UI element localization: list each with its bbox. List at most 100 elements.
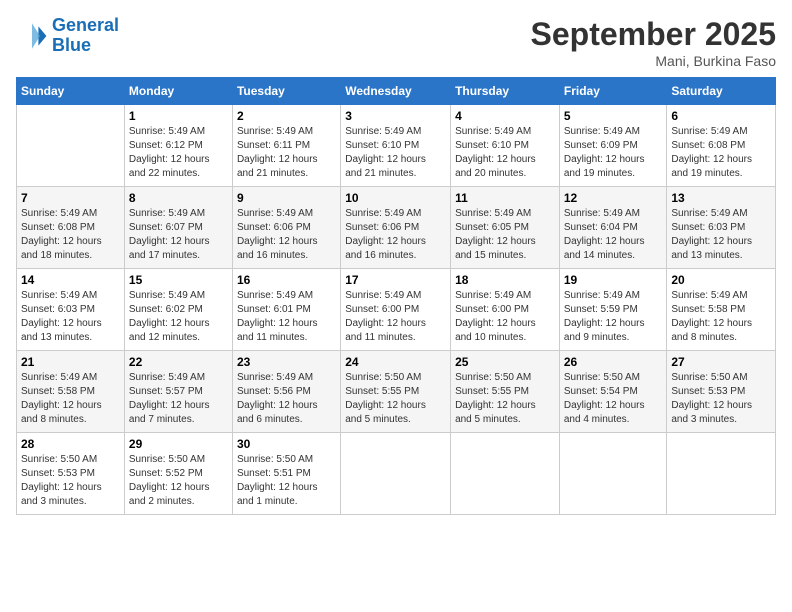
day-number: 27: [671, 355, 771, 369]
table-row: 5 Sunrise: 5:49 AM Sunset: 6:09 PM Daylig…: [559, 105, 667, 187]
day-detail: Sunrise: 5:49 AM Sunset: 6:10 PM Dayligh…: [345, 125, 446, 181]
table-row: 15 Sunrise: 5:49 AM Sunset: 6:02 PM Dayli…: [124, 269, 232, 351]
table-row: 30Sunrise: 5:50 AM Sunset: 5:51 PM Dayli…: [232, 433, 340, 515]
day-number: 17: [345, 273, 446, 287]
day-detail: Sunrise: 5:49 AM Sunset: 5:59 PM Dayligh…: [564, 289, 663, 345]
table-row: 13Sunrise: 5:49 AM Sunset: 6:03 PM Dayli…: [667, 187, 776, 269]
day-detail: Sunrise: 5:49 AM Sunset: 6:05 PM Dayligh…: [455, 207, 555, 263]
day-number: 3: [345, 109, 446, 123]
table-row: 22 Sunrise: 5:49 AM Sunset: 5:57 PM Dayli…: [124, 351, 232, 433]
day-number: 12: [564, 191, 663, 205]
table-row: 20 Sunrise: 5:49 AM Sunset: 5:58 PM Dayli…: [667, 269, 776, 351]
day-detail: Sunrise: 5:49 AM Sunset: 6:12 PM Dayligh…: [129, 125, 228, 181]
day-number: 1: [129, 109, 228, 123]
calendar-week-row: 7Sunrise: 5:49 AM Sunset: 6:08 PM Daylig…: [17, 187, 776, 269]
table-row: 25 Sunrise: 5:50 AM Sunset: 5:55 PM Dayli…: [451, 351, 560, 433]
col-monday: Monday: [124, 78, 232, 105]
day-detail: Sunrise: 5:50 AM Sunset: 5:54 PM Dayligh…: [564, 371, 663, 427]
table-row: [17, 105, 125, 187]
day-number: 26: [564, 355, 663, 369]
day-detail: Sunrise: 5:49 AM Sunset: 6:02 PM Dayligh…: [129, 289, 228, 345]
day-number: 7: [21, 191, 120, 205]
day-detail: Sunrise: 5:50 AM Sunset: 5:53 PM Dayligh…: [21, 453, 120, 509]
day-number: 15: [129, 273, 228, 287]
day-number: 6: [671, 109, 771, 123]
table-row: [451, 433, 560, 515]
day-number: 20: [671, 273, 771, 287]
page-header: General Blue September 2025 Mani, Burkin…: [16, 16, 776, 69]
calendar-week-row: 28 Sunrise: 5:50 AM Sunset: 5:53 PM Dayli…: [17, 433, 776, 515]
day-detail: Sunrise: 5:49 AM Sunset: 6:09 PM Dayligh…: [564, 125, 663, 181]
table-row: 28 Sunrise: 5:50 AM Sunset: 5:53 PM Dayli…: [17, 433, 125, 515]
day-detail: Sunrise: 5:50 AM Sunset: 5:55 PM Dayligh…: [455, 371, 555, 427]
table-row: 14Sunrise: 5:49 AM Sunset: 6:03 PM Dayli…: [17, 269, 125, 351]
day-detail: Sunrise: 5:49 AM Sunset: 6:00 PM Dayligh…: [455, 289, 555, 345]
day-number: 23: [237, 355, 336, 369]
day-detail: Sunrise: 5:50 AM Sunset: 5:55 PM Dayligh…: [345, 371, 446, 427]
day-number: 30: [237, 437, 336, 451]
day-detail: Sunrise: 5:49 AM Sunset: 5:56 PM Dayligh…: [237, 371, 336, 427]
table-row: 27 Sunrise: 5:50 AM Sunset: 5:53 PM Dayli…: [667, 351, 776, 433]
day-detail: Sunrise: 5:49 AM Sunset: 6:03 PM Dayligh…: [671, 207, 771, 263]
day-detail: Sunrise: 5:49 AM Sunset: 6:06 PM Dayligh…: [345, 207, 446, 263]
day-detail: Sunrise: 5:49 AM Sunset: 5:58 PM Dayligh…: [21, 371, 120, 427]
col-saturday: Saturday: [667, 78, 776, 105]
day-detail: Sunrise: 5:49 AM Sunset: 6:08 PM Dayligh…: [671, 125, 771, 181]
day-number: 11: [455, 191, 555, 205]
day-detail: Sunrise: 5:49 AM Sunset: 6:03 PM Dayligh…: [21, 289, 120, 345]
day-number: 29: [129, 437, 228, 451]
table-row: 9 Sunrise: 5:49 AM Sunset: 6:06 PM Daylig…: [232, 187, 340, 269]
table-row: 16Sunrise: 5:49 AM Sunset: 6:01 PM Dayli…: [232, 269, 340, 351]
month-title: September 2025: [531, 16, 776, 53]
day-number: 18: [455, 273, 555, 287]
day-number: 28: [21, 437, 120, 451]
day-number: 9: [237, 191, 336, 205]
day-detail: Sunrise: 5:49 AM Sunset: 6:04 PM Dayligh…: [564, 207, 663, 263]
day-number: 10: [345, 191, 446, 205]
calendar-week-row: 21 Sunrise: 5:49 AM Sunset: 5:58 PM Dayli…: [17, 351, 776, 433]
day-detail: Sunrise: 5:49 AM Sunset: 6:10 PM Dayligh…: [455, 125, 555, 181]
day-detail: Sunrise: 5:49 AM Sunset: 5:57 PM Dayligh…: [129, 371, 228, 427]
table-row: 24 Sunrise: 5:50 AM Sunset: 5:55 PM Dayli…: [341, 351, 451, 433]
table-row: 3 Sunrise: 5:49 AM Sunset: 6:10 PM Daylig…: [341, 105, 451, 187]
table-row: 21 Sunrise: 5:49 AM Sunset: 5:58 PM Dayli…: [17, 351, 125, 433]
day-detail: Sunrise: 5:50 AM Sunset: 5:53 PM Dayligh…: [671, 371, 771, 427]
day-detail: Sunrise: 5:49 AM Sunset: 6:00 PM Dayligh…: [345, 289, 446, 345]
day-number: 5: [564, 109, 663, 123]
table-row: 19 Sunrise: 5:49 AM Sunset: 5:59 PM Dayli…: [559, 269, 667, 351]
table-row: 6 Sunrise: 5:49 AM Sunset: 6:08 PM Daylig…: [667, 105, 776, 187]
table-row: 1 Sunrise: 5:49 AM Sunset: 6:12 PM Daylig…: [124, 105, 232, 187]
day-number: 19: [564, 273, 663, 287]
header-row: Sunday Monday Tuesday Wednesday Thursday…: [17, 78, 776, 105]
day-number: 24: [345, 355, 446, 369]
table-row: 18 Sunrise: 5:49 AM Sunset: 6:00 PM Dayli…: [451, 269, 560, 351]
calendar-week-row: 14Sunrise: 5:49 AM Sunset: 6:03 PM Dayli…: [17, 269, 776, 351]
table-row: 4 Sunrise: 5:49 AM Sunset: 6:10 PM Daylig…: [451, 105, 560, 187]
day-number: 25: [455, 355, 555, 369]
day-detail: Sunrise: 5:49 AM Sunset: 6:11 PM Dayligh…: [237, 125, 336, 181]
logo: General Blue: [16, 16, 119, 56]
table-row: 11 Sunrise: 5:49 AM Sunset: 6:05 PM Dayli…: [451, 187, 560, 269]
logo-text: General Blue: [52, 16, 119, 56]
day-detail: Sunrise: 5:50 AM Sunset: 5:52 PM Dayligh…: [129, 453, 228, 509]
logo-icon: [16, 20, 48, 52]
table-row: 12 Sunrise: 5:49 AM Sunset: 6:04 PM Dayli…: [559, 187, 667, 269]
col-friday: Friday: [559, 78, 667, 105]
day-detail: Sunrise: 5:49 AM Sunset: 6:07 PM Dayligh…: [129, 207, 228, 263]
table-row: 10 Sunrise: 5:49 AM Sunset: 6:06 PM Dayli…: [341, 187, 451, 269]
table-row: 7Sunrise: 5:49 AM Sunset: 6:08 PM Daylig…: [17, 187, 125, 269]
day-number: 22: [129, 355, 228, 369]
location-subtitle: Mani, Burkina Faso: [531, 53, 776, 69]
day-detail: Sunrise: 5:49 AM Sunset: 6:06 PM Dayligh…: [237, 207, 336, 263]
calendar-table: Sunday Monday Tuesday Wednesday Thursday…: [16, 77, 776, 515]
day-number: 21: [21, 355, 120, 369]
table-row: 26 Sunrise: 5:50 AM Sunset: 5:54 PM Dayli…: [559, 351, 667, 433]
day-number: 8: [129, 191, 228, 205]
day-detail: Sunrise: 5:49 AM Sunset: 5:58 PM Dayligh…: [671, 289, 771, 345]
day-number: 4: [455, 109, 555, 123]
table-row: [667, 433, 776, 515]
day-number: 2: [237, 109, 336, 123]
table-row: [341, 433, 451, 515]
table-row: 29 Sunrise: 5:50 AM Sunset: 5:52 PM Dayli…: [124, 433, 232, 515]
day-detail: Sunrise: 5:49 AM Sunset: 6:01 PM Dayligh…: [237, 289, 336, 345]
